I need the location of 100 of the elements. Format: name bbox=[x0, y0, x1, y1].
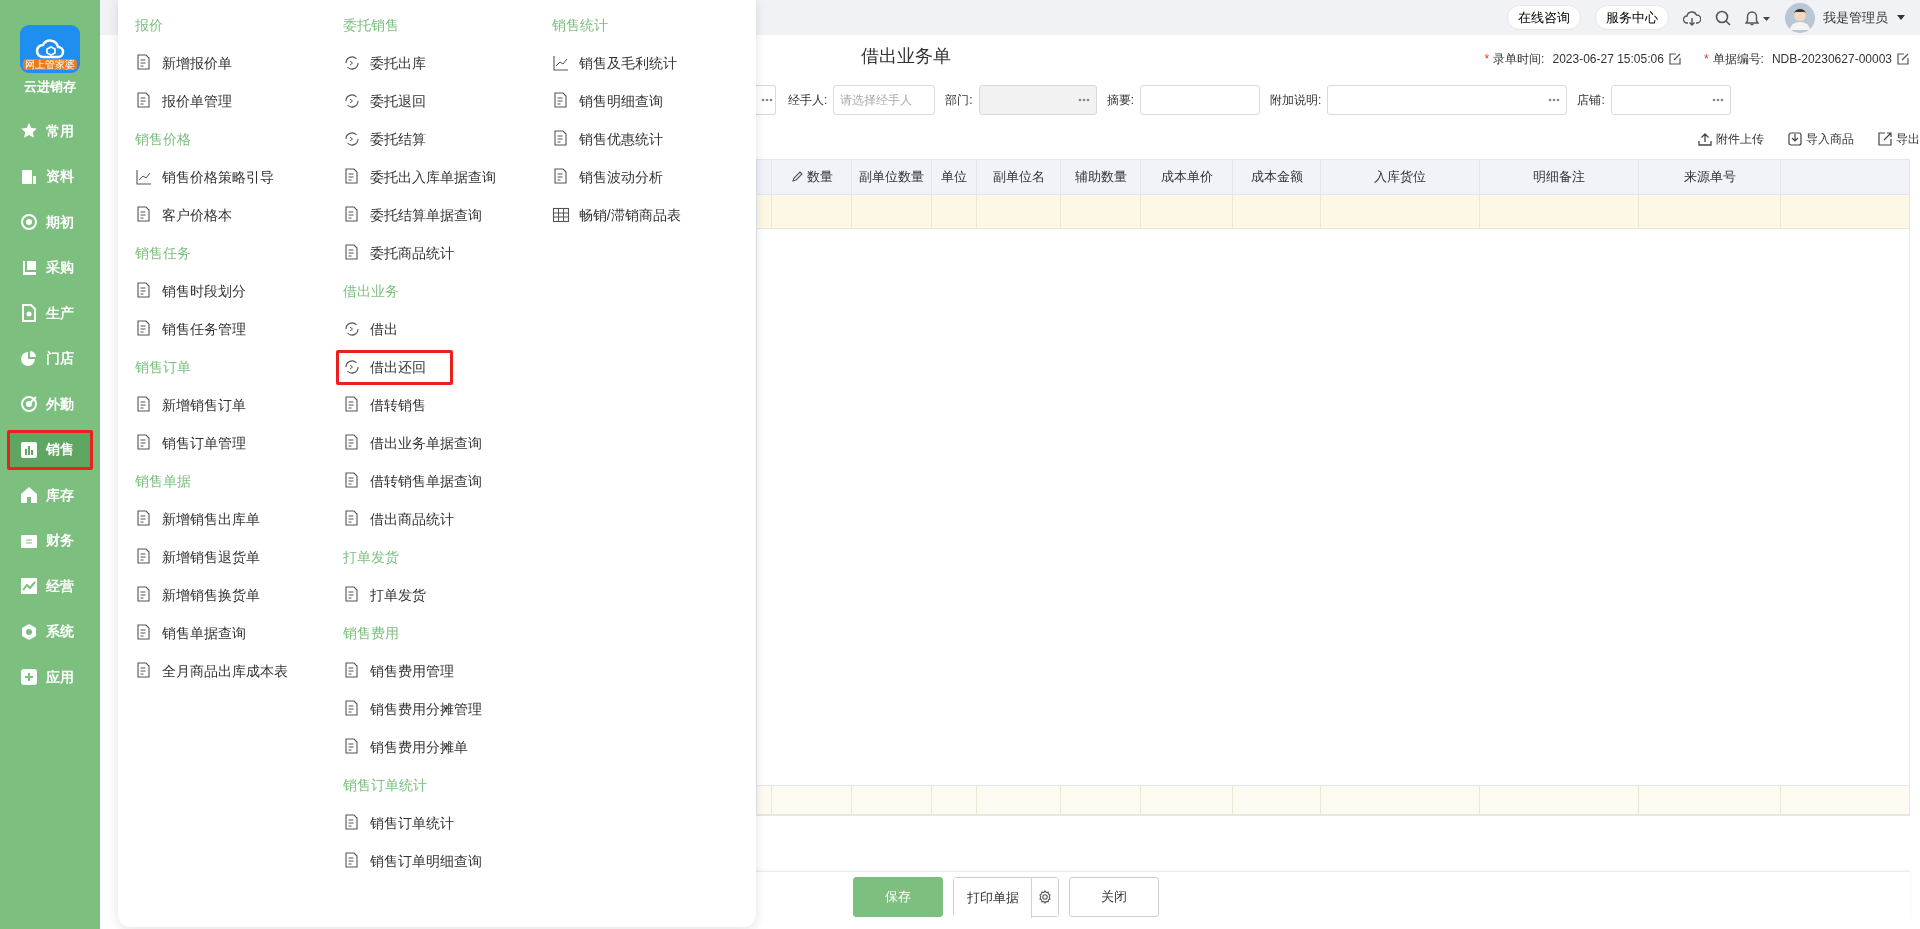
cycle-icon bbox=[343, 358, 362, 376]
field-label: 录单时间: bbox=[1493, 51, 1545, 68]
document-icon bbox=[135, 320, 153, 338]
print-button[interactable]: 打印单据 bbox=[954, 877, 1032, 918]
menu-item[interactable]: 委托商品统计 bbox=[336, 235, 482, 271]
menu-item[interactable]: 销售任务管理 bbox=[128, 311, 273, 347]
menu-item[interactable]: 销售单据查询 bbox=[128, 615, 273, 651]
menu-item[interactable]: 销售费用分摊管理 bbox=[336, 691, 510, 727]
more-icon[interactable] bbox=[1548, 98, 1561, 102]
table-cell bbox=[757, 195, 772, 229]
close-button[interactable]: 关闭 bbox=[1069, 876, 1159, 917]
chart-icon bbox=[551, 54, 570, 72]
cloud-cube-icon bbox=[35, 37, 65, 59]
bell-icon[interactable] bbox=[1745, 9, 1771, 26]
more-icon[interactable] bbox=[761, 98, 773, 102]
menu-item[interactable]: 委托出入库单据查询 bbox=[336, 159, 524, 195]
menu-section-title: 销售统计 bbox=[550, 15, 609, 35]
menu-item[interactable]: 打单发货 bbox=[336, 577, 454, 613]
document-icon bbox=[135, 396, 153, 414]
edit-icon[interactable] bbox=[1896, 52, 1910, 66]
target-icon bbox=[20, 395, 38, 414]
menu-item[interactable]: 借出业务单据查询 bbox=[336, 425, 510, 461]
menu-item[interactable]: 新增销售订单 bbox=[128, 387, 273, 423]
menu-item[interactable]: 新增销售出库单 bbox=[128, 501, 287, 537]
cycle-icon bbox=[343, 130, 362, 148]
table-icon bbox=[551, 206, 570, 224]
menu-section-title: 销售单据 bbox=[134, 471, 192, 491]
column-header: 副单位数量 bbox=[852, 160, 932, 195]
top-button[interactable]: 在线咨询 bbox=[1507, 4, 1581, 31]
menu-item[interactable]: 销售明细查询 bbox=[544, 83, 690, 119]
toolbar-button[interactable]: 附件上传 bbox=[1698, 130, 1764, 148]
menu-item[interactable]: 销售及毛利统计 bbox=[544, 45, 704, 81]
toolbar-button[interactable]: 导入商品 bbox=[1788, 130, 1854, 148]
field-label: 附加说明: bbox=[1270, 92, 1322, 109]
required-mark: * bbox=[1484, 51, 1490, 68]
hexagon-icon bbox=[20, 622, 38, 641]
menu-item[interactable]: 借出商品统计 bbox=[336, 501, 482, 537]
menu-section-title: 打单发货 bbox=[342, 547, 401, 567]
menu-section-title: 销售订单统计 bbox=[342, 775, 429, 795]
menu-item[interactable]: 销售波动分析 bbox=[544, 159, 690, 195]
picker-field[interactable] bbox=[1610, 85, 1731, 115]
menu-item[interactable]: 全月商品出库成本表 bbox=[128, 653, 315, 689]
input-field[interactable]: 请选择经手人 bbox=[833, 85, 936, 115]
menu-item[interactable]: 销售费用分摊单 bbox=[336, 729, 496, 765]
picker-field[interactable] bbox=[756, 85, 776, 115]
field-label: 摘要: bbox=[1106, 92, 1135, 109]
cycle-icon bbox=[343, 92, 362, 110]
house-icon bbox=[20, 486, 38, 505]
field-label: 店铺: bbox=[1577, 92, 1605, 109]
menu-item[interactable]: 新增销售换货单 bbox=[128, 577, 287, 613]
document-icon bbox=[135, 662, 153, 680]
more-icon[interactable] bbox=[1711, 98, 1724, 102]
cycle-icon bbox=[343, 54, 362, 72]
menu-item[interactable]: 客户价格本 bbox=[128, 197, 259, 233]
cloud-download-icon[interactable] bbox=[1683, 9, 1701, 26]
input-field[interactable] bbox=[1140, 85, 1261, 115]
document-icon bbox=[551, 130, 570, 148]
menu-section-title: 委托销售 bbox=[342, 15, 401, 35]
menu-item[interactable]: 销售订单管理 bbox=[128, 425, 273, 461]
menu-item[interactable]: 畅销/滞销商品表 bbox=[544, 197, 708, 233]
toolbar-button[interactable]: 导出 bbox=[1878, 130, 1920, 148]
menu-item[interactable]: 新增销售退货单 bbox=[128, 539, 287, 575]
picker-field[interactable] bbox=[1327, 85, 1568, 115]
more-icon[interactable] bbox=[1077, 98, 1090, 102]
import-icon bbox=[1788, 132, 1802, 146]
settings-icon bbox=[1038, 889, 1052, 904]
logo-badge: 网上管家婆 bbox=[23, 59, 77, 70]
search-icon[interactable] bbox=[1715, 9, 1731, 26]
menu-item[interactable]: 借转销售单据查询 bbox=[336, 463, 510, 499]
edit-icon[interactable] bbox=[1667, 52, 1682, 66]
menu-item[interactable]: 借转销售 bbox=[336, 387, 454, 423]
column-header: 数量 bbox=[772, 160, 852, 195]
field-label: 经手人: bbox=[788, 92, 828, 109]
upload-icon bbox=[1698, 132, 1712, 146]
pie-chart-icon bbox=[20, 349, 38, 368]
menu-item[interactable]: 委托结算 bbox=[336, 121, 454, 157]
caret-icon bbox=[1896, 14, 1906, 21]
menu-item[interactable]: 销售价格策略引导 bbox=[128, 159, 301, 195]
menu-item[interactable]: 报价单管理 bbox=[128, 83, 259, 119]
menu-item[interactable]: 委托结算单据查询 bbox=[336, 197, 510, 233]
line-chart-icon bbox=[20, 577, 38, 596]
bar-chart-icon bbox=[20, 440, 38, 459]
menu-item[interactable]: 新增报价单 bbox=[128, 45, 259, 81]
menu-item[interactable]: 销售费用管理 bbox=[336, 653, 482, 689]
menu-section-title: 报价 bbox=[134, 15, 164, 35]
menu-item[interactable]: 委托退回 bbox=[336, 83, 454, 119]
user-menu[interactable]: 我是管理员 bbox=[1785, 2, 1906, 33]
menu-item[interactable]: 借出还回 bbox=[336, 349, 454, 385]
menu-item[interactable]: 销售订单统计 bbox=[336, 805, 482, 841]
top-button[interactable]: 服务中心 bbox=[1595, 4, 1669, 31]
pencil-icon bbox=[790, 171, 803, 183]
document-icon bbox=[135, 548, 153, 566]
document-icon bbox=[135, 54, 153, 72]
menu-item[interactable]: 销售时段划分 bbox=[128, 273, 273, 309]
page-title: 借出业务单 bbox=[861, 45, 951, 68]
menu-item[interactable]: 销售订单明细查询 bbox=[336, 843, 510, 879]
menu-section-title: 销售任务 bbox=[134, 243, 192, 263]
menu-item[interactable]: 销售优惠统计 bbox=[544, 121, 690, 157]
menu-item[interactable]: 委托出库 bbox=[336, 45, 454, 81]
menu-item[interactable]: 借出 bbox=[336, 311, 426, 347]
